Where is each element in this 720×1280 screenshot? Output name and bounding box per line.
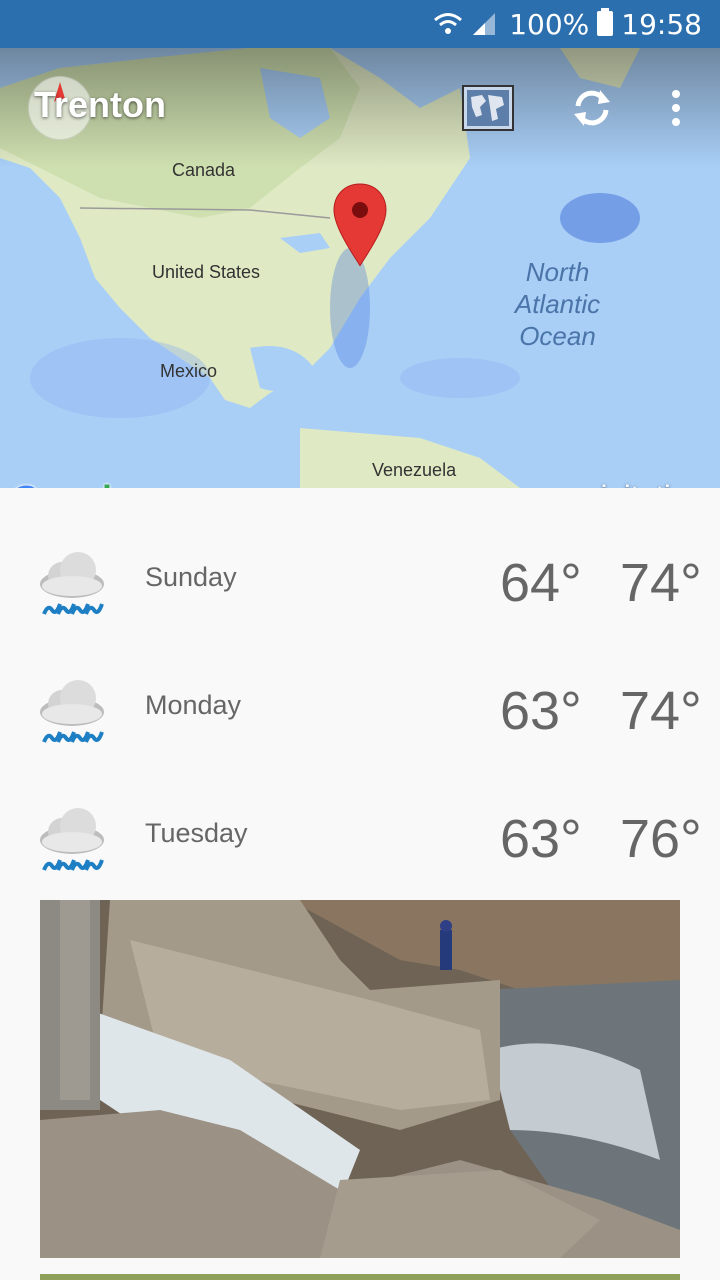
forecast-low: 63°	[500, 809, 582, 869]
map-type-button[interactable]	[460, 80, 516, 136]
map-layer-label[interactable]: precipitation	[542, 480, 704, 488]
forecast-day: Sunday	[145, 562, 237, 592]
forecast-high: 74°	[620, 553, 702, 613]
google-logo: Google	[12, 478, 131, 488]
map-label-usa: United States	[152, 262, 261, 282]
map-label-ocean: North Atlantic Ocean	[500, 256, 615, 352]
forecast-row-sunday[interactable]: Sunday 64° 74°	[0, 530, 720, 658]
forecast-day: Monday	[145, 690, 242, 720]
wifi-icon	[433, 11, 463, 37]
overflow-menu-button[interactable]	[648, 80, 704, 136]
battery-icon	[597, 8, 614, 40]
city-title: Trenton	[34, 84, 166, 125]
second-photo-edge	[40, 1274, 680, 1280]
forecast-row-tuesday[interactable]: Tuesday 63° 76°	[0, 786, 720, 914]
forecast-low: 64°	[500, 553, 582, 613]
refresh-button[interactable]	[564, 80, 620, 136]
location-pin-icon[interactable]	[332, 182, 388, 268]
refresh-icon	[574, 90, 610, 126]
ocean-line-2: Atlantic	[514, 289, 601, 319]
location-photo[interactable]	[40, 900, 680, 1258]
battery-percent: 100%	[509, 7, 590, 41]
map-label-canada: Canada	[172, 160, 236, 180]
status-bar: 100% 19:58	[0, 0, 720, 48]
rain-cloud-icon	[40, 552, 104, 615]
map-label-venezuela: Venezuela	[372, 460, 457, 480]
rain-cloud-icon	[40, 680, 104, 743]
map-label-mexico: Mexico	[160, 361, 218, 381]
world-map-icon	[462, 85, 514, 131]
forecast-high: 76°	[620, 809, 702, 869]
forecast-low: 63°	[500, 681, 582, 741]
waterfall-photo-graphic	[40, 900, 680, 1258]
forecast-day: Tuesday	[145, 818, 248, 848]
rain-cloud-icon	[40, 808, 104, 871]
clock: 19:58	[621, 7, 702, 41]
more-vert-icon	[672, 90, 680, 126]
ocean-line-3: Ocean	[519, 321, 596, 351]
signal-icon	[471, 11, 501, 37]
forecast-row-monday[interactable]: Monday 63° 74°	[0, 658, 720, 786]
forecast-high: 74°	[620, 681, 702, 741]
ocean-line-1: North	[525, 257, 590, 287]
